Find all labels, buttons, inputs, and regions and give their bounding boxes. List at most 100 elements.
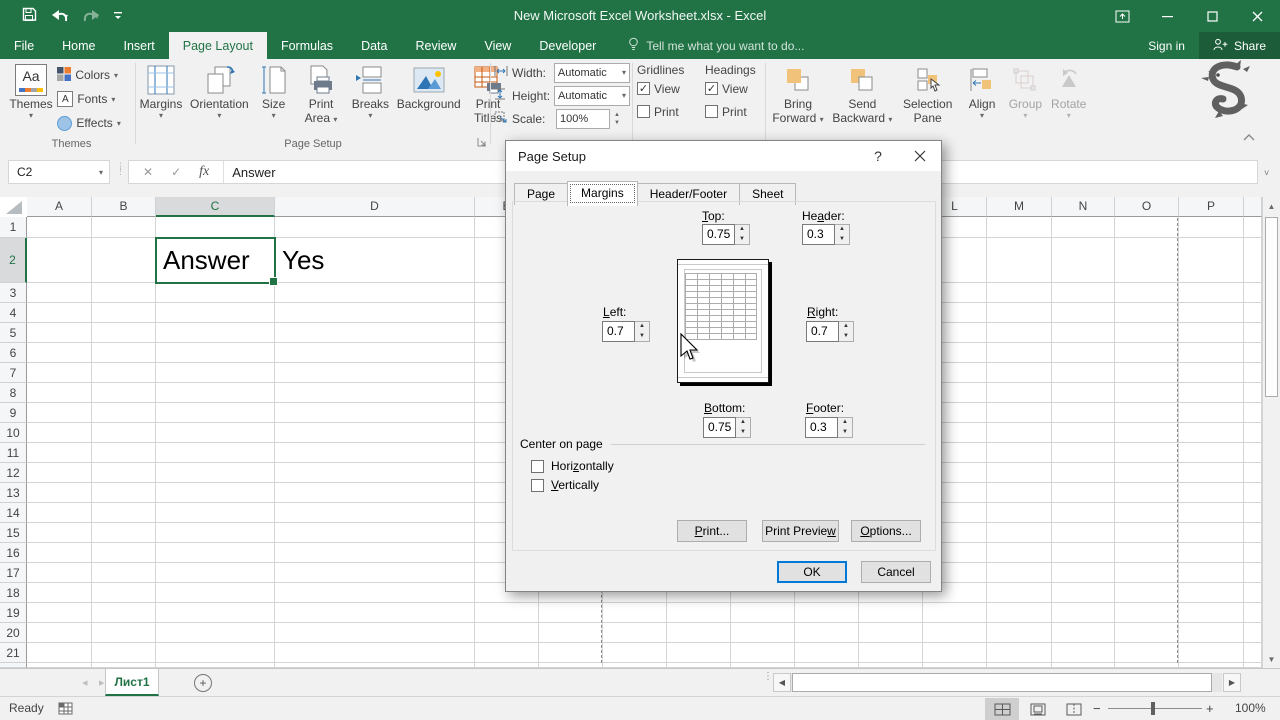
row-header[interactable]: 14 <box>0 503 27 523</box>
dialog-close-button[interactable] <box>903 141 937 171</box>
selection-pane-button[interactable]: Selection Pane <box>897 59 959 125</box>
spin-down-icon[interactable]: ▼ <box>736 428 750 438</box>
header-margin-value[interactable]: 0.3 <box>802 224 835 245</box>
top-margin-value[interactable]: 0.75 <box>702 224 735 245</box>
spin-down-icon[interactable]: ▼ <box>838 428 852 438</box>
tab-review[interactable]: Review <box>401 32 470 59</box>
select-all-corner[interactable] <box>6 201 22 214</box>
colors-button[interactable]: Colors ▾ <box>57 63 120 87</box>
horizontal-scrollbar-thumb[interactable] <box>792 673 1212 692</box>
column-header[interactable]: M <box>987 197 1052 217</box>
row-header[interactable]: 11 <box>0 443 27 463</box>
scale-spinner[interactable]: ▲▼ <box>614 111 620 127</box>
row-header[interactable]: 7 <box>0 363 27 383</box>
sheet-nav-left-icon[interactable]: ◂ <box>82 676 88 689</box>
breaks-button[interactable]: Breaks ▾ <box>348 59 392 120</box>
spin-up-icon[interactable]: ▲ <box>835 225 849 235</box>
hscroll-right-icon[interactable]: ▶ <box>1223 673 1241 692</box>
tab-scroll-splitter[interactable]: ⋮ <box>763 674 773 680</box>
insert-function-icon[interactable]: fx <box>199 164 209 180</box>
right-margin-value[interactable]: 0.7 <box>806 321 839 342</box>
background-button[interactable]: Background <box>396 59 462 111</box>
enter-entry-icon[interactable]: ✓ <box>171 165 181 179</box>
close-button[interactable] <box>1235 0 1280 32</box>
gridlines-print-checkbox[interactable] <box>637 105 650 118</box>
spin-down-icon[interactable]: ▼ <box>835 235 849 245</box>
bottom-margin-spinner[interactable]: 0.75 ▲▼ <box>703 417 751 438</box>
row-header[interactable]: 2 <box>0 238 27 283</box>
ok-button[interactable]: OK <box>777 561 847 583</box>
send-backward-button[interactable]: Send Backward ▾ <box>831 59 893 125</box>
scale-input[interactable]: 100% <box>556 109 610 129</box>
column-header[interactable] <box>1244 197 1262 217</box>
row-header[interactable]: 8 <box>0 383 27 403</box>
tab-developer[interactable]: Developer <box>525 32 610 59</box>
column-header[interactable]: C <box>156 197 275 217</box>
zoom-in-button[interactable]: + <box>1206 701 1214 716</box>
minimize-button[interactable] <box>1145 0 1190 32</box>
macro-record-icon[interactable] <box>58 702 73 718</box>
page-setup-dialog-launcher[interactable] <box>477 136 487 150</box>
tab-view[interactable]: View <box>470 32 525 59</box>
footer-margin-spinner[interactable]: 0.3 ▲▼ <box>805 417 853 438</box>
vertical-scrollbar-thumb[interactable] <box>1265 217 1278 397</box>
cancel-button[interactable]: Cancel <box>861 561 931 583</box>
zoom-out-button[interactable]: − <box>1093 701 1101 716</box>
tab-data[interactable]: Data <box>347 32 401 59</box>
name-box-dropdown-icon[interactable]: ▾ <box>99 168 103 177</box>
tell-me-box[interactable]: Tell me what you want to do... <box>628 32 804 59</box>
bring-forward-button[interactable]: Bring Forward ▾ <box>768 59 828 125</box>
row-header[interactable]: 6 <box>0 343 27 363</box>
bottom-margin-value[interactable]: 0.75 <box>703 417 736 438</box>
row-header[interactable]: 10 <box>0 423 27 443</box>
row-header[interactable]: 1 <box>0 217 27 238</box>
row-header[interactable]: 15 <box>0 523 27 543</box>
row-header[interactable]: 9 <box>0 403 27 423</box>
spin-up-icon[interactable]: ▲ <box>838 418 852 428</box>
column-header[interactable]: P <box>1179 197 1244 217</box>
headings-view-checkbox[interactable]: ✓ <box>705 82 718 95</box>
row-header[interactable]: 18 <box>0 583 27 603</box>
hscroll-left-icon[interactable]: ◀ <box>773 673 791 692</box>
row-header[interactable]: 16 <box>0 543 27 563</box>
right-margin-spinner[interactable]: 0.7 ▲▼ <box>806 321 854 342</box>
zoom-slider[interactable] <box>1108 708 1202 709</box>
zoom-level[interactable]: 100% <box>1235 701 1266 715</box>
row-header[interactable]: 4 <box>0 303 27 323</box>
left-margin-spinner[interactable]: 0.7 ▲▼ <box>602 321 650 342</box>
tab-file[interactable]: File <box>0 32 48 59</box>
effects-button[interactable]: Effects ▾ <box>57 111 120 135</box>
spin-down-icon[interactable]: ▼ <box>635 332 649 342</box>
share-button[interactable]: Share <box>1199 32 1280 59</box>
themes-button[interactable]: Aa Themes ▾ <box>8 59 54 120</box>
tab-insert[interactable]: Insert <box>110 32 169 59</box>
dialog-tab-margins[interactable]: Margins <box>567 181 638 206</box>
name-box-splitter[interactable]: ⋮⋮ <box>116 164 125 174</box>
horizontally-option[interactable]: Horizontally <box>531 459 614 473</box>
align-button[interactable]: Align ▾ <box>962 59 1002 120</box>
page-layout-view-button[interactable] <box>1021 698 1055 720</box>
margins-button[interactable]: Margins ▾ <box>137 59 185 120</box>
tab-home[interactable]: Home <box>48 32 109 59</box>
name-box[interactable]: C2 ▾ <box>8 160 110 184</box>
print-area-button[interactable]: Print Area ▾ <box>297 59 345 125</box>
tab-formulas[interactable]: Formulas <box>267 32 347 59</box>
fonts-button[interactable]: A Fonts ▾ <box>57 87 120 111</box>
row-header[interactable]: 19 <box>0 603 27 623</box>
sheet-nav-right-icon[interactable]: ▸ <box>99 676 105 689</box>
ribbon-display-options-icon[interactable] <box>1100 0 1145 32</box>
spin-up-icon[interactable]: ▲ <box>735 225 749 235</box>
zoom-slider-thumb[interactable] <box>1151 702 1155 715</box>
column-header[interactable]: D <box>275 197 475 217</box>
sheet-tab-list1[interactable]: Лист1 <box>105 669 159 696</box>
headings-print-checkbox[interactable] <box>705 105 718 118</box>
orientation-button[interactable]: Orientation ▾ <box>188 59 250 120</box>
column-header[interactable]: B <box>92 197 156 217</box>
scroll-down-icon[interactable]: ▼ <box>1263 650 1280 668</box>
column-header[interactable]: A <box>27 197 92 217</box>
top-margin-spinner[interactable]: 0.75 ▲▼ <box>702 224 750 245</box>
spin-down-icon[interactable]: ▼ <box>839 332 853 342</box>
row-header[interactable]: 5 <box>0 323 27 343</box>
sign-in-button[interactable]: Sign in <box>1134 32 1199 59</box>
column-header[interactable]: N <box>1052 197 1115 217</box>
